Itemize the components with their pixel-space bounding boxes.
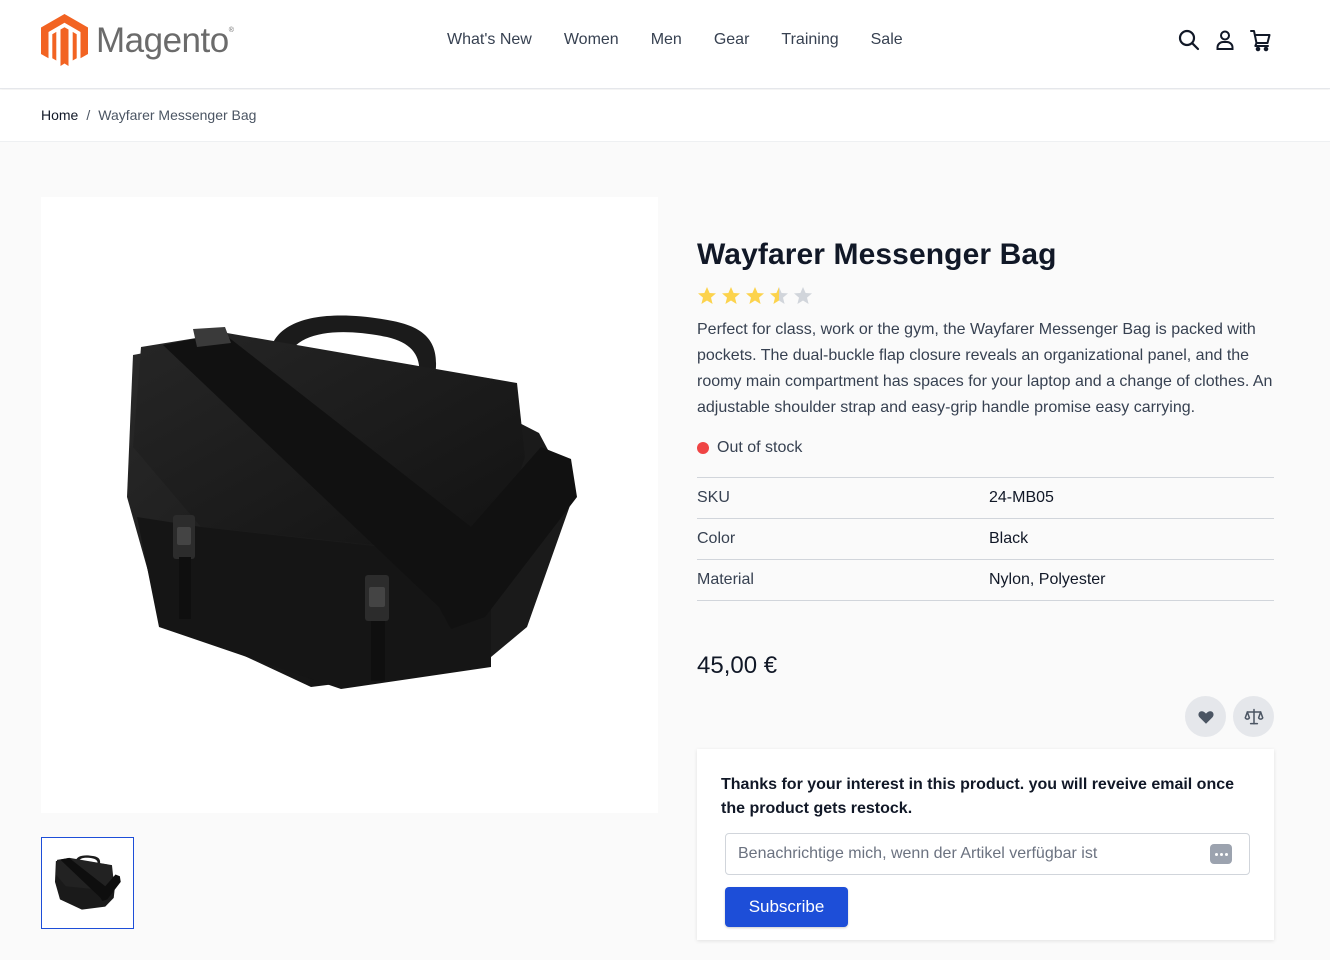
stock-status-label: Out of stock xyxy=(717,439,803,456)
product-title: Wayfarer Messenger Bag xyxy=(697,238,1057,271)
breadcrumb-separator: / xyxy=(86,107,91,123)
notify-email-input[interactable] xyxy=(725,833,1250,875)
attribute-value: 24-MB05 xyxy=(989,489,1054,506)
nav-sale[interactable]: Sale xyxy=(871,30,903,50)
nav-women[interactable]: Women xyxy=(564,30,619,50)
product-description: Perfect for class, work or the gym, the … xyxy=(697,321,1273,416)
account-icon[interactable] xyxy=(1213,28,1237,52)
product-price: 45,00 € xyxy=(697,652,778,679)
product-attributes-table: SKU 24-MB05 Color Black Material Nylon, … xyxy=(697,477,1274,601)
scale-icon xyxy=(1244,708,1263,724)
site-header: Magento® What's New Women Men Gear Train… xyxy=(0,0,1330,89)
star-full-icon xyxy=(722,287,740,304)
attribute-label: SKU xyxy=(697,489,730,506)
attribute-label: Material xyxy=(697,571,754,588)
magento-logo-icon xyxy=(41,14,88,66)
table-row: Material Nylon, Polyester xyxy=(697,560,1274,601)
table-row: Color Black xyxy=(697,519,1274,560)
main-nav: What's New Women Men Gear Training Sale xyxy=(447,30,935,50)
star-full-icon xyxy=(746,287,764,304)
rating-stars[interactable] xyxy=(697,286,813,306)
product-main-image[interactable] xyxy=(41,197,658,813)
header-actions xyxy=(1177,28,1273,52)
password-manager-icon[interactable] xyxy=(1210,844,1232,864)
cart-icon[interactable] xyxy=(1249,28,1273,52)
subscribe-button[interactable]: Subscribe xyxy=(725,887,848,927)
add-to-compare-button[interactable] xyxy=(1233,696,1274,737)
search-icon[interactable] xyxy=(1177,28,1201,52)
attribute-value: Black xyxy=(989,530,1029,547)
add-to-wishlist-button[interactable] xyxy=(1185,696,1226,737)
attribute-value: Nylon, Polyester xyxy=(989,571,1106,588)
stock-status: Out of stock xyxy=(697,439,802,457)
nav-whats-new[interactable]: What's New xyxy=(447,30,532,50)
notification-message: Thanks for your interest in this product… xyxy=(721,776,1235,817)
attribute-label: Color xyxy=(697,530,736,547)
star-full-icon xyxy=(698,287,716,304)
star-empty-icon xyxy=(794,287,812,304)
star-half-icon xyxy=(770,287,788,304)
nav-men[interactable]: Men xyxy=(651,30,682,50)
breadcrumb-current: Wayfarer Messenger Bag xyxy=(98,107,257,123)
logo-text: Magento® xyxy=(96,20,234,60)
out-of-stock-dot-icon xyxy=(697,442,709,454)
heart-icon xyxy=(1197,710,1214,724)
breadcrumb-bar: Home / Wayfarer Messenger Bag xyxy=(0,90,1330,142)
table-row: SKU 24-MB05 xyxy=(697,478,1274,519)
nav-gear[interactable]: Gear xyxy=(714,30,750,50)
stock-notification-card: Thanks for your interest in this product… xyxy=(697,749,1274,940)
messenger-bag-thumbnail-image xyxy=(54,855,121,910)
magento-logo[interactable]: Magento® xyxy=(41,14,234,66)
breadcrumb-home[interactable]: Home xyxy=(41,107,78,123)
product-thumbnail[interactable] xyxy=(41,837,134,929)
messenger-bag-image xyxy=(127,315,577,689)
nav-training[interactable]: Training xyxy=(781,30,838,50)
breadcrumb: Home / Wayfarer Messenger Bag xyxy=(41,107,256,123)
